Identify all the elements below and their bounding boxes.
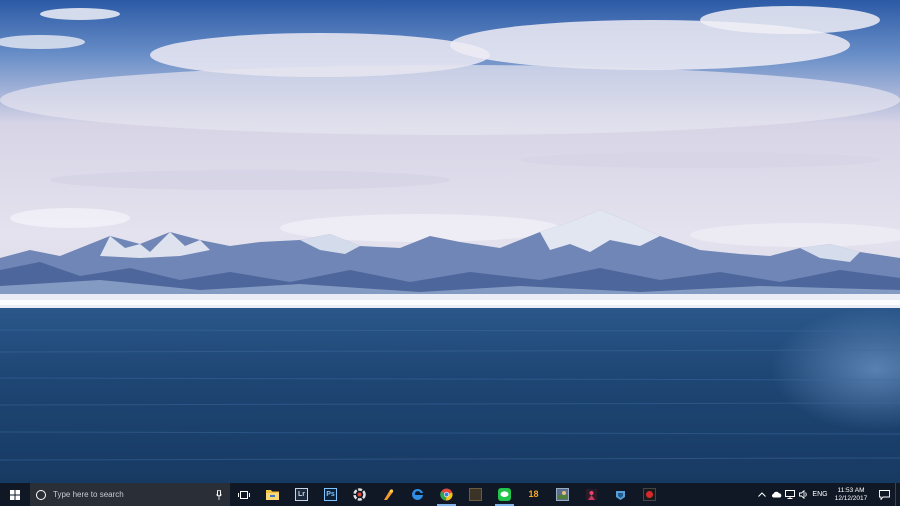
start-button[interactable] <box>0 483 30 506</box>
app-18-icon: 18 <box>528 489 539 499</box>
clock-date: 12/12/2017 <box>834 494 868 502</box>
taskbar-app-flare[interactable] <box>374 483 403 506</box>
taskbar-app-line[interactable] <box>490 483 519 506</box>
clock[interactable]: 11:53 AM 12/12/2017 <box>829 487 873 503</box>
taskbar-app-ring[interactable] <box>345 483 374 506</box>
taskbar-app-file-explorer[interactable] <box>258 483 287 506</box>
taskbar-app-edge[interactable] <box>403 483 432 506</box>
notification-icon <box>878 489 890 500</box>
system-tray: ENG 11:53 AM 12/12/2017 <box>755 483 900 506</box>
taskbar-app-dark[interactable] <box>461 483 490 506</box>
dark-app-icon <box>469 488 482 501</box>
edge-icon <box>411 488 424 501</box>
clock-time: 11:53 AM <box>837 486 865 494</box>
search-box[interactable] <box>30 483 230 506</box>
game-icon <box>556 488 569 501</box>
taskbar-app-chrome[interactable] <box>432 483 461 506</box>
red-app-icon <box>643 488 656 501</box>
volume-icon[interactable] <box>797 483 811 506</box>
taskbar-app-18[interactable]: 18 <box>519 483 548 506</box>
ring-app-icon <box>353 488 366 501</box>
show-hidden-icons-chevron-up-icon[interactable] <box>755 483 769 506</box>
search-input[interactable] <box>53 490 214 499</box>
pinned-apps: Lr Ps 18 <box>258 483 664 506</box>
taskbar-app-game[interactable] <box>548 483 577 506</box>
show-desktop-button[interactable] <box>895 483 900 506</box>
chrome-icon <box>440 488 453 501</box>
network-icon[interactable] <box>783 483 797 506</box>
windows-icon <box>10 489 20 500</box>
taskbar-app-steam[interactable] <box>606 483 635 506</box>
taskbar-app-photoshop[interactable]: Ps <box>316 483 345 506</box>
task-view-button[interactable] <box>230 483 258 506</box>
desktop[interactable] <box>0 0 900 483</box>
steam-icon <box>614 488 627 501</box>
flare-app-icon <box>382 488 395 501</box>
taskbar-app-red[interactable] <box>635 483 664 506</box>
task-view-icon <box>238 490 250 499</box>
taskbar-app-figure[interactable] <box>577 483 606 506</box>
onedrive-icon[interactable] <box>769 483 783 506</box>
photoshop-icon: Ps <box>324 488 337 501</box>
folder-icon <box>266 488 279 501</box>
wallpaper-image <box>0 0 900 483</box>
cortana-icon <box>36 489 46 500</box>
language-indicator[interactable]: ENG <box>811 483 829 506</box>
line-icon <box>498 488 511 501</box>
action-center-button[interactable] <box>873 483 895 506</box>
microphone-icon[interactable] <box>214 489 224 501</box>
figure-app-icon <box>585 488 598 501</box>
lightroom-icon: Lr <box>295 488 308 501</box>
taskbar: Lr Ps <box>0 483 900 506</box>
taskbar-app-lightroom[interactable]: Lr <box>287 483 316 506</box>
